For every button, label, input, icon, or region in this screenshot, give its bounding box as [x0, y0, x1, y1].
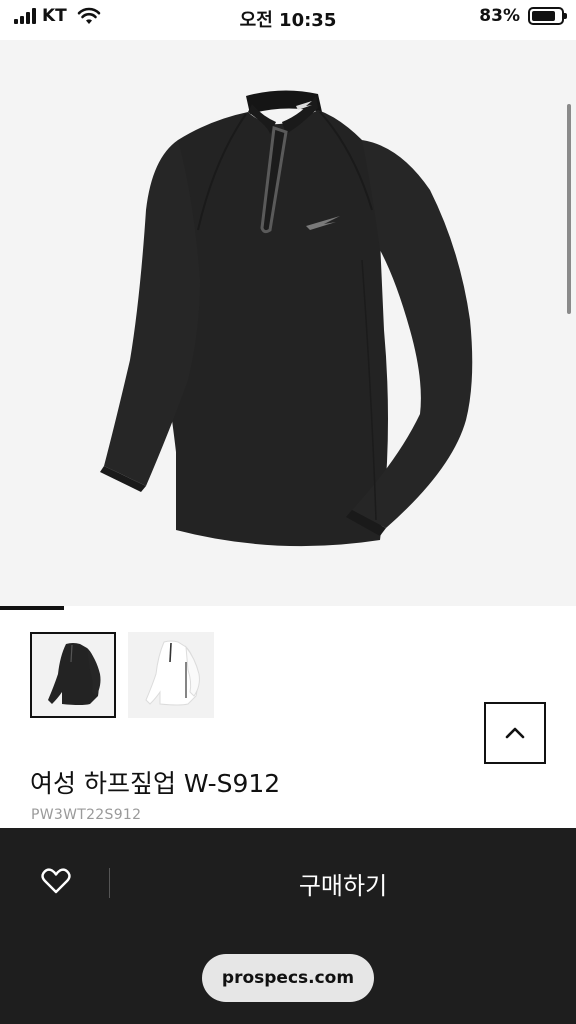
thumbnail-black[interactable] [30, 632, 116, 718]
battery-percent: 83% [479, 6, 520, 26]
product-main-image [100, 90, 473, 547]
thumbnail-white[interactable] [128, 632, 214, 718]
gallery-progress-fill [0, 606, 64, 610]
battery-icon [528, 7, 567, 25]
chevron-up-icon [505, 727, 525, 739]
bottom-purchase-bar: 구매하기 prospecs.com [0, 828, 576, 1024]
battery-fill [532, 11, 556, 21]
product-image-carousel[interactable] [0, 40, 576, 608]
thumbnail-list [30, 632, 214, 718]
page-scrollbar[interactable] [567, 104, 571, 314]
url-bar[interactable]: prospecs.com [202, 954, 374, 1002]
white-shirt-thumbnail [145, 640, 200, 706]
gallery-progress [0, 606, 576, 610]
status-bar: KT 오전 10:35 83% [0, 0, 576, 40]
wishlist-button[interactable] [38, 864, 74, 898]
buy-button[interactable]: 구매하기 [110, 850, 576, 916]
black-shirt-thumbnail [48, 643, 101, 705]
scroll-top-button[interactable] [484, 702, 546, 764]
product-code: PW3WT22S912 [31, 807, 142, 823]
heart-icon [41, 868, 71, 894]
product-name: 여성 하프짚업 W-S912 [30, 769, 281, 798]
status-right: 83% [479, 6, 567, 26]
